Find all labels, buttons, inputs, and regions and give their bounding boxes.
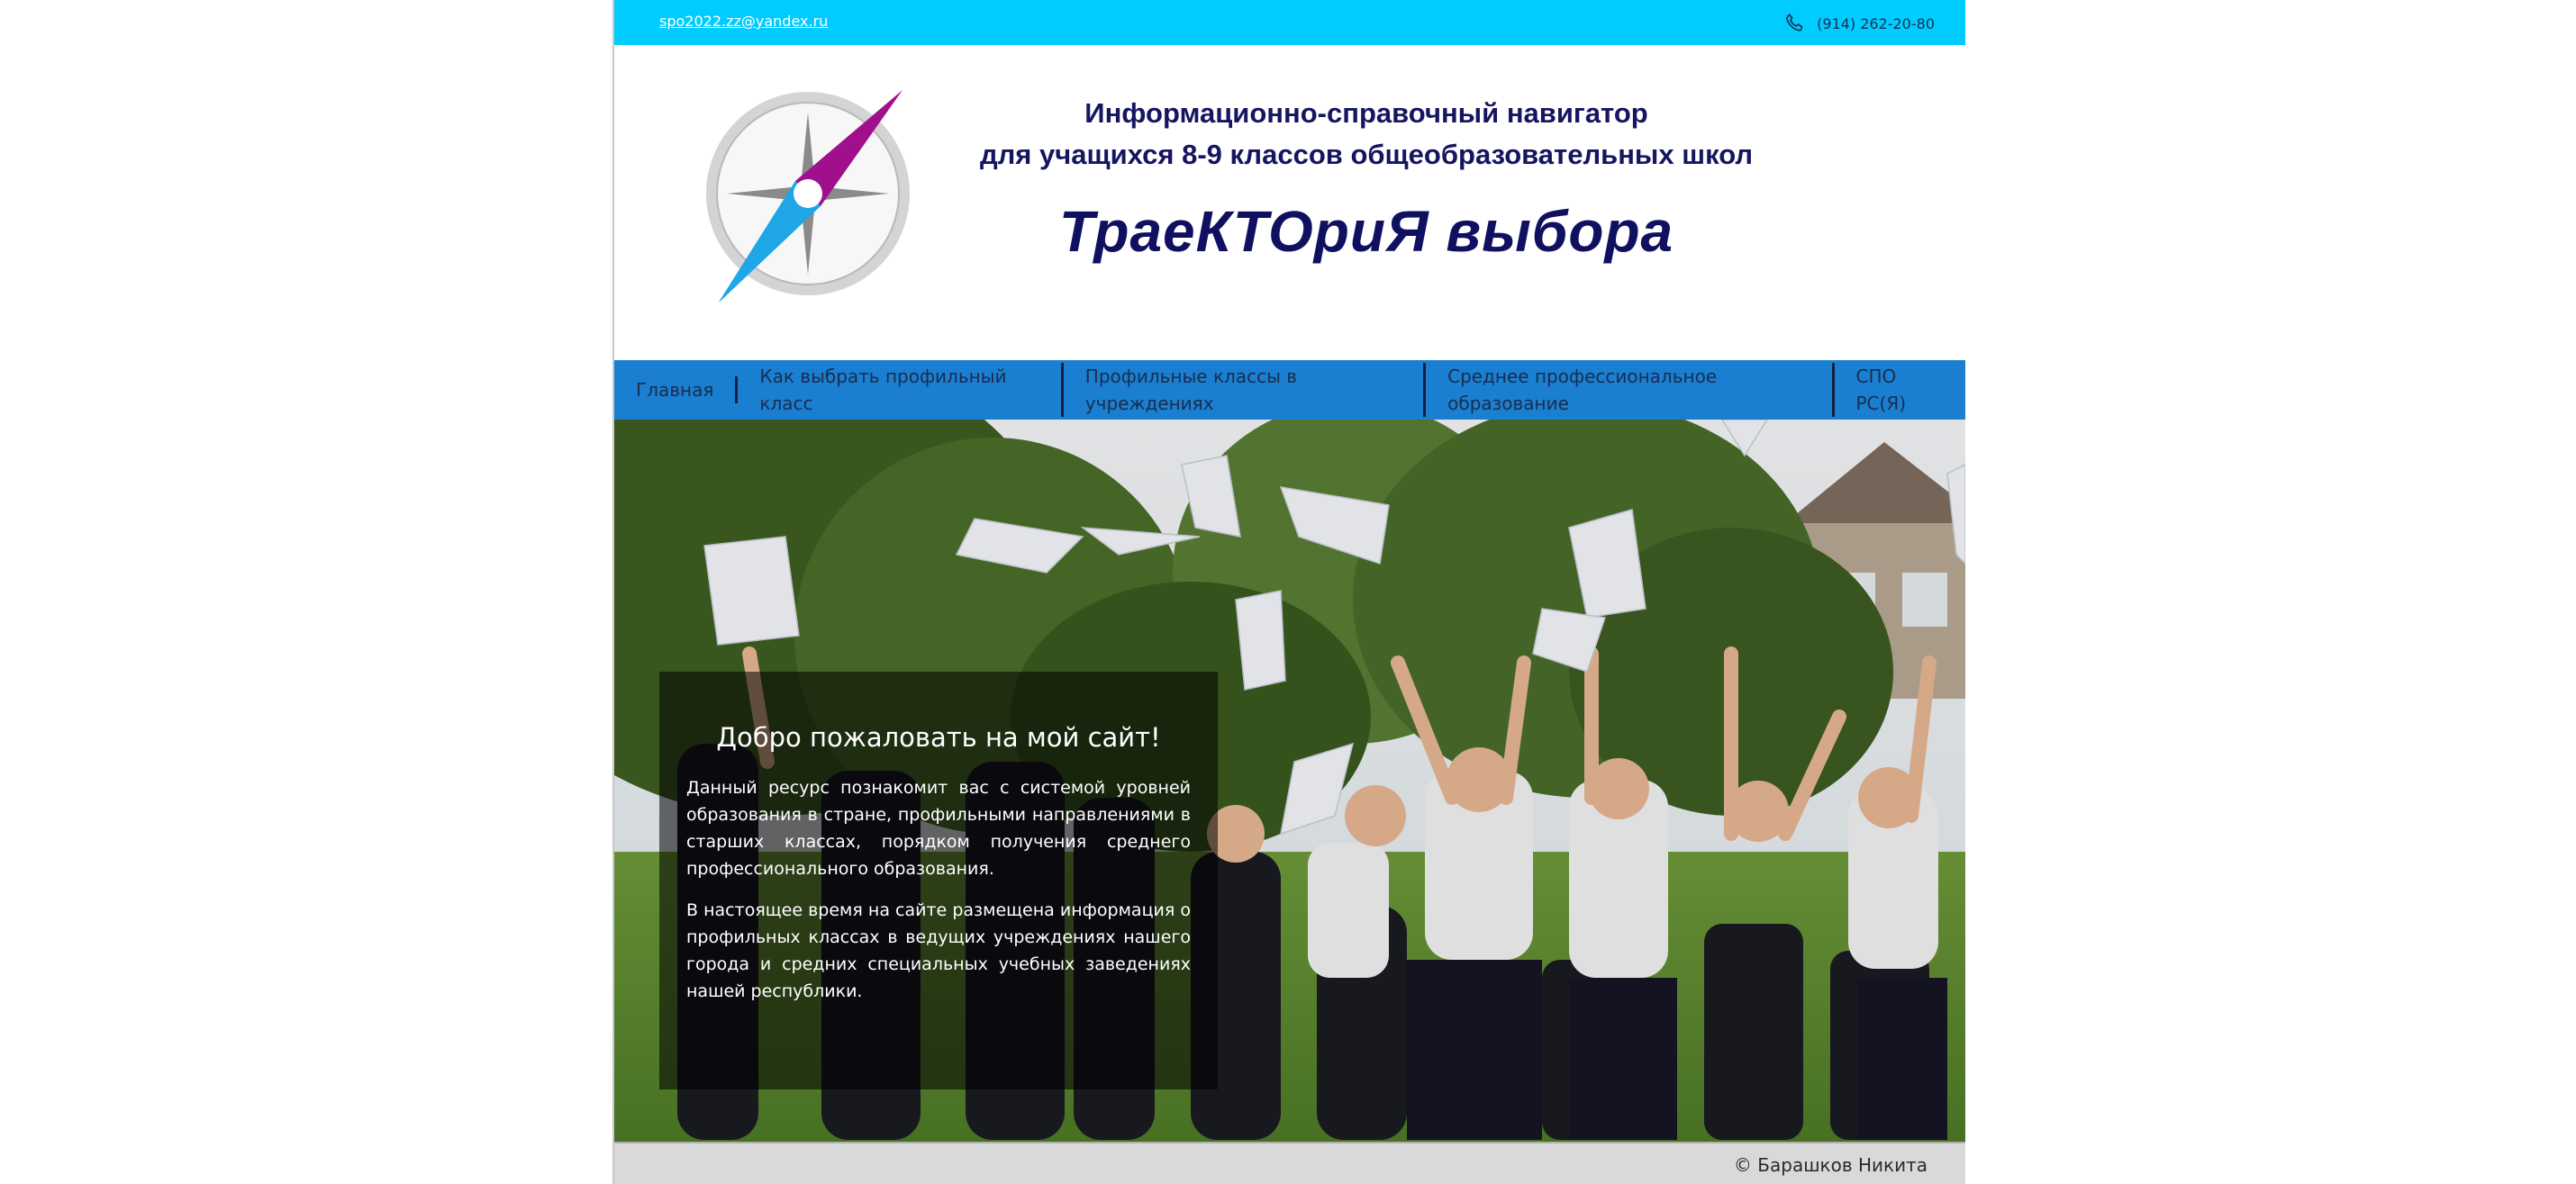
nav-item-vocational-education[interactable]: Среднее профессиональное образование: [1426, 363, 1835, 417]
site-title: ТраеКТОриЯ выбора: [1058, 199, 1674, 264]
footer: © Барашков Никита: [614, 1142, 1965, 1184]
nav-item-spo-rs[interactable]: СПО РС(Я): [1835, 363, 1965, 417]
phone-icon: [1786, 14, 1803, 32]
subtitle-line-1: Информационно-справочный навигатор: [1084, 97, 1648, 129]
hero-section: Добро пожаловать на мой сайт! Данный рес…: [614, 420, 1965, 1142]
header: Информационно-справочный навигатор для у…: [614, 45, 1965, 360]
copyright-text: © Барашков Никита: [1733, 1154, 1927, 1176]
main-nav: Главная Как выбрать профильный класс Про…: [614, 360, 1965, 420]
welcome-panel: Добро пожаловать на мой сайт! Данный рес…: [659, 672, 1218, 1089]
page: spo2022.zz@yandex.ru (914) 262-20-80 Инф…: [612, 0, 1965, 1184]
top-bar: spo2022.zz@yandex.ru (914) 262-20-80: [614, 0, 1965, 45]
subtitle-line-2: для учащихся 8-9 классов общеобразовател…: [979, 139, 1754, 170]
phone-number: (914) 262-20-80: [1817, 14, 1935, 32]
welcome-paragraph-2: В настоящее время на сайте размещена инф…: [686, 900, 1191, 1001]
welcome-title: Добро пожаловать на мой сайт!: [716, 722, 1161, 753]
nav-item-home[interactable]: Главная: [614, 376, 739, 403]
nav-item-profile-classes[interactable]: Профильные классы в учреждениях: [1064, 363, 1427, 417]
phone-contact: (914) 262-20-80: [1782, 11, 1935, 36]
welcome-paragraph-1: Данный ресурс познакомит вас с системой …: [686, 778, 1191, 879]
email-link[interactable]: spo2022.zz@yandex.ru: [659, 13, 828, 30]
nav-item-choose-profile[interactable]: Как выбрать профильный класс: [738, 363, 1064, 417]
